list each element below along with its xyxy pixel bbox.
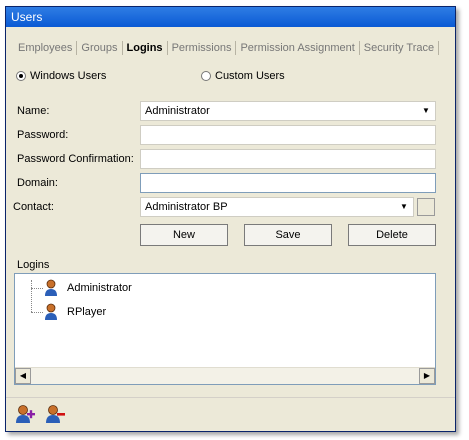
user-icon — [45, 303, 57, 320]
radio-unselected-indicator — [201, 71, 211, 81]
bottom-toolbar — [6, 397, 455, 432]
tab-logins[interactable]: Logins — [123, 41, 168, 55]
window-title: Users — [6, 7, 455, 27]
tab-permission-assignment[interactable]: Permission Assignment — [236, 41, 360, 55]
chevron-down-icon[interactable]: ▼ — [419, 104, 433, 118]
delete-button-label: Delete — [376, 229, 408, 241]
users-window: Users Employees Groups Logins Permission… — [5, 6, 456, 432]
name-label: Name: — [17, 105, 50, 117]
save-button-label: Save — [275, 229, 301, 241]
save-button[interactable]: Save — [244, 224, 332, 246]
password-confirmation-field[interactable] — [140, 149, 436, 169]
domain-field[interactable] — [140, 173, 436, 193]
add-user-icon[interactable] — [15, 404, 35, 424]
user-icon — [45, 279, 57, 296]
windows-users-radio[interactable]: Windows Users — [16, 70, 106, 82]
list-item[interactable]: RPlayer — [43, 303, 106, 321]
tab-security-trace[interactable]: Security Trace — [360, 41, 440, 55]
tab-groups[interactable]: Groups — [77, 41, 123, 55]
login-name: RPlayer — [67, 306, 107, 318]
tab-strip: Employees Groups Logins Permissions Perm… — [14, 39, 440, 55]
contact-lookup-button[interactable] — [417, 198, 435, 216]
contact-label: Contact: — [13, 201, 54, 213]
contact-value: Administrator BP — [145, 201, 228, 213]
tree-connector — [31, 312, 43, 313]
scroll-thumb[interactable] — [31, 369, 419, 383]
tab-permissions[interactable]: Permissions — [168, 41, 237, 55]
custom-users-label: Custom Users — [215, 70, 285, 82]
remove-user-icon[interactable] — [45, 404, 65, 424]
login-name: Administrator — [67, 282, 132, 294]
tab-employees[interactable]: Employees — [14, 41, 78, 55]
logins-header: Logins — [17, 259, 50, 271]
custom-users-radio[interactable]: Custom Users — [201, 70, 285, 82]
logins-list[interactable]: Administrator RPlayer ◀ ▶ — [14, 273, 436, 385]
scroll-left-button[interactable]: ◀ — [15, 368, 31, 384]
radio-selected-indicator — [16, 71, 26, 81]
name-select[interactable]: Administrator ▼ — [140, 101, 436, 121]
delete-button[interactable]: Delete — [348, 224, 436, 246]
contact-select[interactable]: Administrator BP ▼ — [140, 197, 414, 217]
tree-connector — [31, 288, 43, 289]
domain-label: Domain: — [17, 177, 58, 189]
password-confirmation-label: Password Confirmation: — [17, 153, 134, 165]
tree-connector — [31, 280, 32, 312]
password-field[interactable] — [140, 125, 436, 145]
windows-users-label: Windows Users — [30, 70, 107, 82]
new-button-label: New — [172, 229, 195, 241]
password-label: Password: — [17, 129, 69, 141]
name-value: Administrator — [145, 105, 210, 117]
new-button[interactable]: New — [140, 224, 228, 246]
chevron-down-icon[interactable]: ▼ — [397, 200, 411, 214]
list-item[interactable]: Administrator — [43, 279, 132, 297]
scroll-right-button[interactable]: ▶ — [419, 368, 435, 384]
horizontal-scrollbar[interactable]: ◀ ▶ — [15, 367, 435, 384]
